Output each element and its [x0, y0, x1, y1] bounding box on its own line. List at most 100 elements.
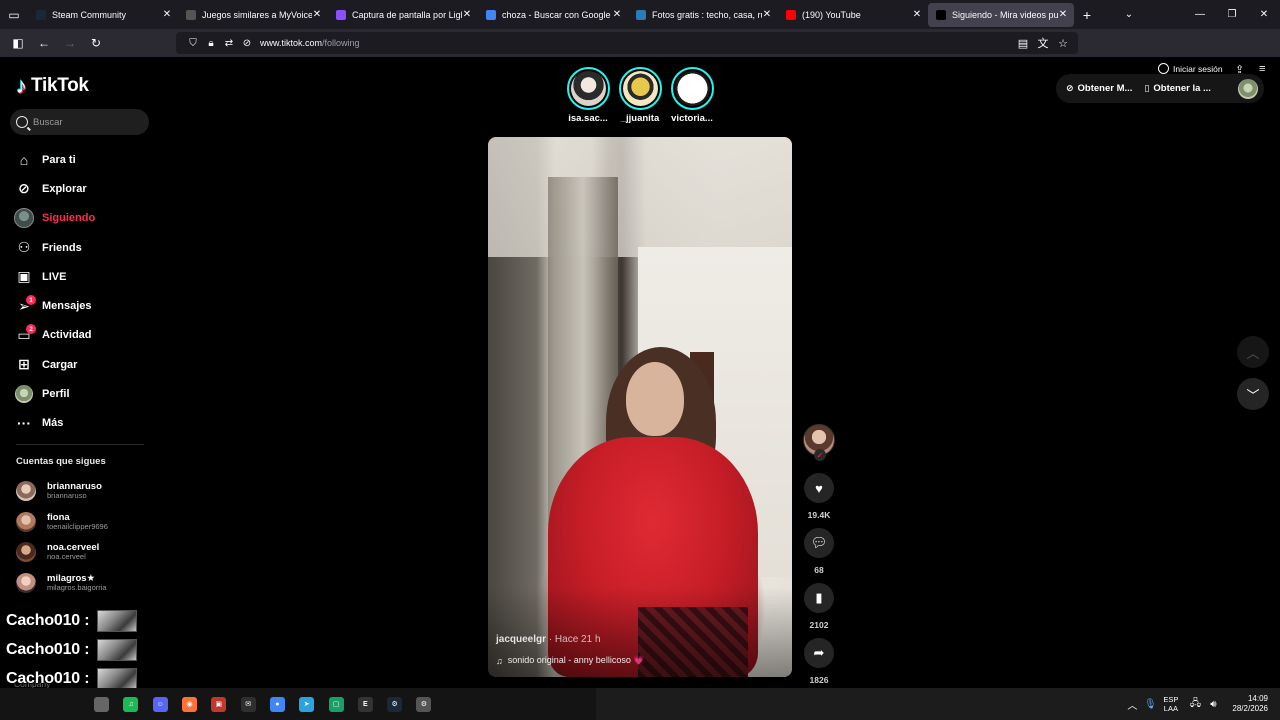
- sidebar-toggle-icon[interactable]: ◧: [6, 31, 30, 55]
- story-item[interactable]: isa.sac...: [565, 67, 611, 124]
- taskbar-app[interactable]: ♫: [116, 688, 145, 720]
- autoplay-blocked-icon[interactable]: ⊘: [238, 38, 256, 49]
- reload-button[interactable]: ↻: [84, 31, 108, 55]
- sidebar-item-perfil[interactable]: Perfil: [14, 379, 154, 408]
- browser-tab[interactable]: (190) YouTube ✕: [778, 3, 928, 27]
- video-player[interactable]: jacqueelgr · Hace 21 h ♫ sonido original …: [488, 137, 792, 677]
- tab-title: Fotos gratis : techo, casa, rústic: [652, 9, 762, 20]
- browser-tab[interactable]: Steam Community ✕: [28, 3, 178, 27]
- sidebar-item-ms[interactable]: ··· Más: [14, 409, 154, 438]
- lock-icon[interactable]: 🔒︎: [202, 38, 220, 49]
- tab-list-icon[interactable]: ▭: [0, 0, 28, 29]
- close-tab-icon[interactable]: ✕: [912, 9, 922, 20]
- minimize-button[interactable]: —: [1184, 0, 1216, 29]
- tiktok-logo[interactable]: ♪ TikTok: [16, 73, 89, 99]
- sidebar-item-parati[interactable]: ⌂ Para ti: [14, 145, 154, 174]
- friends-icon: ⚇: [17, 239, 31, 256]
- browser-tab[interactable]: choza - Buscar con Google ✕: [478, 3, 628, 27]
- network-icon[interactable]: 🖧︎: [1186, 696, 1204, 713]
- sidebar-item-friends[interactable]: ⚇ Friends: [14, 233, 154, 262]
- followed-account[interactable]: briannaruso briannaruso: [16, 476, 156, 507]
- share-icon[interactable]: ➦: [804, 638, 834, 668]
- close-tab-icon[interactable]: ✕: [612, 9, 622, 20]
- story-name: victoria...: [671, 113, 713, 124]
- close-tab-icon[interactable]: ✕: [462, 9, 472, 20]
- video-author[interactable]: jacqueelgr · Hace 21 h: [496, 634, 601, 645]
- shield-icon[interactable]: ⛉: [184, 38, 202, 49]
- search-box[interactable]: [10, 109, 149, 135]
- comment-icon[interactable]: 💬︎: [804, 528, 834, 558]
- new-tab-button[interactable]: +: [1074, 7, 1100, 23]
- taskbar-app[interactable]: ▢: [321, 688, 350, 720]
- taskbar-app[interactable]: ▣: [204, 688, 233, 720]
- sidebar-item-explorar[interactable]: ⊘ Explorar: [14, 174, 154, 203]
- address-bar[interactable]: ⛉ 🔒︎ ⇄ ⊘ www.tiktok.com/following ▤ 文 ☆: [176, 32, 1078, 54]
- get-coins-button[interactable]: ⊘ Obtener M...: [1066, 83, 1132, 94]
- url-text[interactable]: www.tiktok.com/following: [260, 38, 360, 48]
- story-item[interactable]: _jjuanita: [617, 67, 663, 124]
- home-icon: ⌂: [19, 151, 29, 168]
- maximize-button[interactable]: ❐: [1216, 0, 1248, 29]
- translate-icon[interactable]: 文: [1036, 35, 1050, 51]
- taskbar-app[interactable]: ◉: [175, 688, 204, 720]
- permissions-icon[interactable]: ⇄: [220, 38, 238, 49]
- overlay-thumbnail: [97, 638, 138, 661]
- video-music[interactable]: ♫ sonido original - anny bellicoso 💗: [496, 655, 645, 666]
- following-list: briannaruso briannaruso fiona toenailclippe…: [16, 476, 156, 598]
- microphone-icon[interactable]: 🎙︎: [1141, 699, 1159, 710]
- taskbar-app[interactable]: ✉: [233, 688, 262, 720]
- music-title[interactable]: sonido original - anny bellicoso 💗: [508, 655, 645, 666]
- bookmark-icon[interactable]: ▮: [804, 583, 834, 613]
- next-video-chevron-down-icon[interactable]: ﹀: [1237, 378, 1269, 410]
- taskbar-app[interactable]: ⚙: [380, 688, 409, 720]
- tray-overflow-chevron-icon[interactable]: ︿: [1123, 697, 1141, 712]
- taskbar-app[interactable]: [87, 688, 116, 720]
- browser-tab[interactable]: Captura de pantalla por Lightsh✕: [328, 3, 478, 27]
- reader-view-icon[interactable]: ▤: [1016, 37, 1030, 50]
- close-window-button[interactable]: ✕: [1248, 0, 1280, 29]
- bookmark-star-icon[interactable]: ☆: [1056, 37, 1070, 50]
- sidebar-item-actividad[interactable]: ▭ 2 Actividad: [14, 321, 154, 350]
- taskbar-app[interactable]: ➤: [292, 688, 321, 720]
- taskbar-app[interactable]: ☺: [146, 688, 175, 720]
- close-tab-icon[interactable]: ✕: [762, 9, 772, 20]
- user-avatar[interactable]: [1238, 78, 1258, 99]
- heart-icon[interactable]: ♥: [804, 473, 834, 503]
- tab-overflow-chevron-icon[interactable]: ⌄: [1116, 9, 1142, 20]
- get-app-button[interactable]: ▯ Obtener la ...: [1144, 83, 1211, 94]
- sidebar-item-live[interactable]: ▣ LIVE: [14, 262, 154, 291]
- creator-avatar[interactable]: ✓: [803, 424, 835, 461]
- save-count: 2102: [809, 620, 829, 630]
- taskbar-app[interactable]: ●: [263, 688, 292, 720]
- followed-account[interactable]: milagros★ milagros.baigorria: [16, 568, 156, 599]
- followed-check-icon[interactable]: ✓: [814, 449, 826, 461]
- followed-account[interactable]: fiona toenailclipper9696: [16, 507, 156, 538]
- taskbar-app[interactable]: E: [351, 688, 380, 720]
- sidebar-item-cargar[interactable]: ⊞ Cargar: [14, 350, 154, 379]
- signin-button[interactable]: Iniciar sesión: [1158, 63, 1223, 74]
- followed-account[interactable]: noa.cerveel noa.cerveel: [16, 537, 156, 568]
- previous-video-chevron-up-icon[interactable]: ︿: [1237, 336, 1269, 368]
- system-tray: ︿ 🎙︎ ESP LAA 🖧︎ 🔊︎ 14:09 28/2/2026: [1123, 688, 1280, 720]
- author-name[interactable]: jacqueelgr: [496, 634, 546, 645]
- search-input[interactable]: [33, 116, 143, 128]
- volume-icon[interactable]: 🔊︎: [1204, 699, 1222, 710]
- tab-title: Captura de pantalla por Lightsh: [352, 9, 462, 20]
- language-indicator[interactable]: ESP LAA: [1163, 695, 1178, 714]
- forward-button[interactable]: →: [58, 31, 82, 55]
- taskbar-app[interactable]: ⚙: [409, 688, 438, 720]
- youtube-icon: [786, 9, 796, 20]
- browser-tab[interactable]: Siguiendo - Mira videos pu ✕: [928, 2, 1074, 27]
- story-item[interactable]: victoria...: [669, 67, 715, 124]
- close-tab-icon[interactable]: ✕: [312, 9, 322, 20]
- sidebar-item-mensajes[interactable]: ➢ 1 Mensajes: [14, 291, 154, 320]
- browser-tab[interactable]: Juegos similares a MyVoiceZoo✕: [178, 3, 328, 27]
- browser-tab[interactable]: Fotos gratis : techo, casa, rústic✕: [628, 3, 778, 27]
- sidebar-item-siguiendo[interactable]: Siguiendo: [14, 204, 154, 233]
- back-button[interactable]: ←: [32, 31, 56, 55]
- close-tab-icon[interactable]: ✕: [162, 9, 172, 20]
- menu-hamburger-icon[interactable]: ≡: [1259, 63, 1265, 75]
- clock[interactable]: 14:09 28/2/2026: [1232, 694, 1268, 714]
- close-tab-icon[interactable]: ✕: [1058, 9, 1068, 20]
- game-icon: ▣: [211, 696, 227, 712]
